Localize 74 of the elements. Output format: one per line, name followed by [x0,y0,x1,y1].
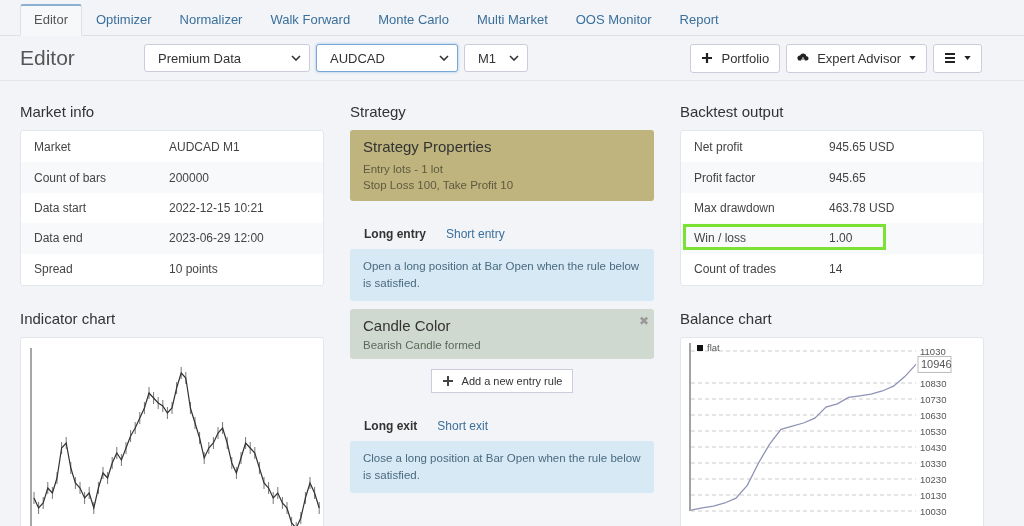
row-label: Profit factor [694,170,757,185]
page-title: Editor [20,46,76,70]
row-label: Data end [34,231,84,246]
plus-icon [701,52,714,64]
entry-tab[interactable]: Short entry [438,225,513,243]
menu-icon [944,52,956,64]
nav-tab[interactable]: Optimizer [81,5,166,36]
nav-tab[interactable]: Normalizer [165,5,257,36]
exit-tab[interactable]: Long exit [356,417,426,435]
section-heading: Backtest output [680,103,785,120]
chart-legend: flat [697,341,720,353]
row-value: 200000 [169,170,210,185]
nav-tab[interactable]: OOS Monitor [561,5,666,36]
axis-tick-label: 11030 [920,345,946,357]
toolbar-button[interactable]: Portfolio [690,43,781,73]
info-message: Close a long position at Bar Open when the rule below is satisfied. [350,441,654,493]
chevron-icon [439,55,449,61]
row-label: Count of bars [34,170,108,185]
rule-description: Bearish Candle formed [363,339,482,351]
rule-title: Candle Color [363,317,452,334]
axis-tick-label: 10330 [920,457,947,469]
plus-icon [441,375,454,387]
nav-tab[interactable]: Multi Market [462,5,562,36]
cloud-download-icon [797,52,810,64]
chevron-icon [509,55,519,61]
row-value: 945.65 [829,170,866,185]
toolbar-button[interactable] [933,43,982,73]
row-label: Count of trades [694,261,778,276]
row-value: 2022-12-15 10:21 [169,200,264,215]
nav-tab[interactable]: Report [665,5,733,36]
row-value: 14 [829,261,843,276]
rule-card[interactable]: Candle Color Bearish Candle formed ✖ [350,309,654,359]
row-label: Win / loss [694,231,747,246]
exit-tab[interactable]: Short exit [429,417,497,435]
axis-tick-label: 10730 [920,393,947,405]
add-rule-button[interactable]: Add a new entry rule [430,369,574,393]
row-value: 10 points [169,261,218,276]
nav-tab[interactable]: Walk Forward [256,5,365,36]
axis-tick-label: 10030 [920,505,947,517]
row-label: Data start [34,200,88,215]
card-text: Entry lots - 1 lot [363,162,444,177]
axis-tick-label: 10130 [920,489,947,501]
dropdown-select[interactable]: Premium Data [144,44,310,72]
dropdown-select[interactable]: M1 [464,44,528,72]
nav-tab[interactable]: Monte Carlo [364,5,463,36]
card-text: Stop Loss 100, Take Profit 10 [363,178,515,193]
axis-tick-label: 10530 [920,425,947,437]
section-heading: Strategy [350,103,407,120]
row-value: AUDCAD M1 [169,140,240,155]
section-heading: Indicator chart [20,309,117,327]
axis-tick-label: 10830 [920,377,947,389]
dropdown-select[interactable]: AUDCAD [316,44,458,72]
section-heading: Market info [20,103,96,120]
info-message: Open a long position at Bar Open when the rule below is satisfied. [350,249,654,301]
nav-tab[interactable]: Editor [20,4,82,36]
entry-tab[interactable]: Long entry [356,225,434,243]
row-label: Net profit [694,140,744,155]
row-label: Market [34,140,72,155]
section-heading: Balance chart [680,309,773,327]
axis-tick-label: 10230 [920,473,947,485]
row-value: 2023-06-29 12:00 [169,231,264,246]
row-value: 1.00 [829,231,853,246]
properties-card[interactable]: Strategy Properties Entry lots - 1 lot Stop Loss 100, Take Profit 10 [350,130,654,201]
row-value: 945.65 USD [829,140,895,155]
axis-tick-label: 10630 [920,409,947,421]
toolbar-button[interactable]: Expert Advisor [786,43,927,73]
chevron-icon [291,55,301,61]
axis-tick-label: 10430 [920,441,947,453]
row-label: Spread [34,261,74,276]
row-value: 463.78 USD [829,200,895,215]
card-title: Strategy Properties [363,138,493,155]
axis-tick-label: 10946 [917,355,952,373]
row-label: Max drawdown [694,200,776,215]
y-tick-label: 10946 [921,358,952,371]
